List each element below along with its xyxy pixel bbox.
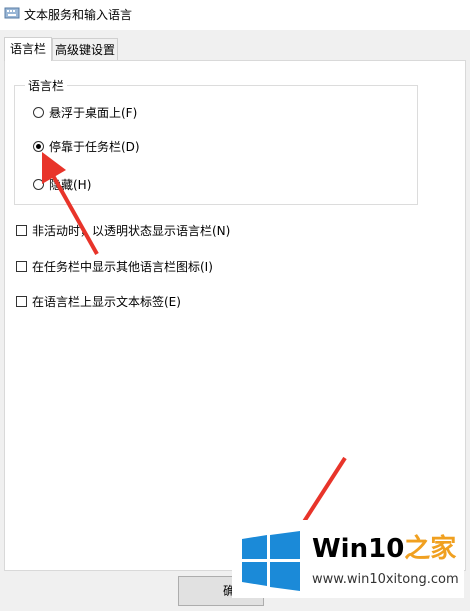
tab-panel: 语言栏 悬浮于桌面上(F) 停靠于任务栏(D) 隐藏(H) 非活动时，以透明状态… <box>4 60 466 571</box>
title-bar: 文本服务和输入语言 <box>0 0 470 30</box>
tab-advanced-key-settings[interactable]: 高级键设置 <box>52 38 118 60</box>
checkbox-label: 在语言栏上显示文本标签(E) <box>32 295 181 309</box>
watermark: Win10之家 www.win10xitong.com <box>232 520 464 598</box>
brand-part2: 之家 <box>404 534 457 564</box>
window-title: 文本服务和输入语言 <box>24 8 133 22</box>
tab-language-bar[interactable]: 语言栏 <box>4 37 52 61</box>
checkbox[interactable] <box>16 296 27 307</box>
checkbox-show-text-labels[interactable]: 在语言栏上显示文本标签(E) <box>16 293 181 310</box>
radio-dock-taskbar[interactable]: 停靠于任务栏(D) <box>33 138 140 155</box>
radio-label: 隐藏(H) <box>49 178 92 192</box>
windows-logo-icon <box>242 531 300 591</box>
radio-button[interactable] <box>33 179 44 190</box>
radio-hidden[interactable]: 隐藏(H) <box>33 176 91 193</box>
brand-part1: Win10 <box>312 534 405 564</box>
radio-float-desktop[interactable]: 悬浮于桌面上(F) <box>33 104 137 121</box>
checkbox-label: 非活动时，以透明状态显示语言栏(N) <box>32 224 231 238</box>
group-title: 语言栏 <box>25 77 68 94</box>
radio-button-checked[interactable] <box>33 141 44 152</box>
keyboard-app-icon <box>4 7 20 19</box>
checkbox-label: 在任务栏中显示其他语言栏图标(I) <box>32 260 213 274</box>
checkbox-show-extra-icons[interactable]: 在任务栏中显示其他语言栏图标(I) <box>16 258 213 275</box>
radio-button[interactable] <box>33 107 44 118</box>
radio-label: 停靠于任务栏(D) <box>49 140 140 154</box>
watermark-url: www.win10xitong.com <box>312 572 459 587</box>
checkbox-transparent-inactive[interactable]: 非活动时，以透明状态显示语言栏(N) <box>16 222 230 239</box>
checkbox[interactable] <box>16 261 27 272</box>
watermark-brand: Win10之家 <box>312 528 456 565</box>
checkbox[interactable] <box>16 225 27 236</box>
radio-label: 悬浮于桌面上(F) <box>49 106 138 120</box>
